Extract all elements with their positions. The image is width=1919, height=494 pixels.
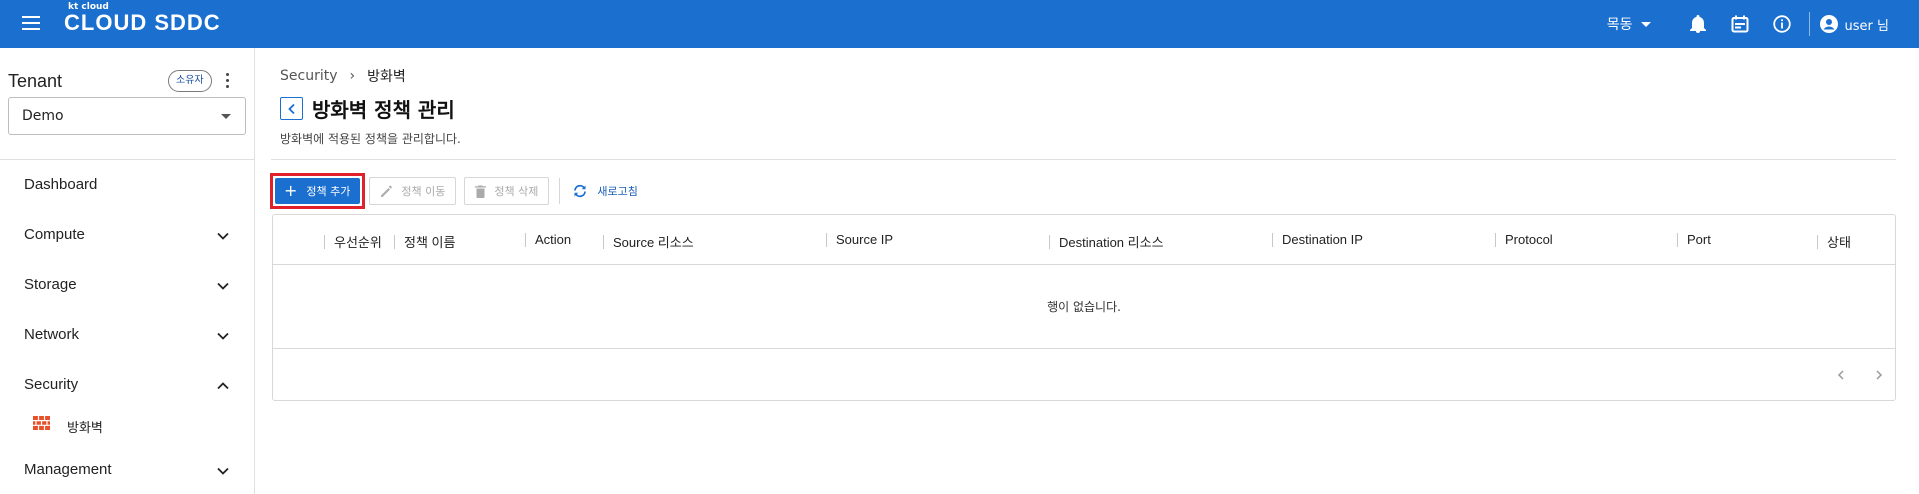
sidebar-item-label: Security bbox=[24, 376, 79, 393]
caret-down-icon bbox=[221, 114, 231, 119]
logo[interactable]: kt cloud CLOUD SDDC bbox=[64, 3, 221, 34]
sidebar-item-security[interactable]: Security bbox=[0, 366, 254, 406]
sidebar-item-label: Storage bbox=[24, 276, 77, 293]
owner-badge: 소유자 bbox=[168, 70, 212, 92]
firewall-icon bbox=[33, 416, 50, 430]
toolbar-divider bbox=[559, 178, 561, 204]
column-header-source-resource[interactable]: Source 리소스 bbox=[603, 232, 694, 251]
breadcrumb-current: 방화벽 bbox=[367, 69, 406, 85]
column-header-policy-name[interactable]: 정책 이름 bbox=[394, 232, 455, 251]
highlight-box: + 정책 추가 bbox=[270, 173, 366, 209]
user-name: user 님 bbox=[1844, 18, 1889, 34]
column-header-destination-resource[interactable]: Destination 리소스 bbox=[1049, 232, 1164, 251]
policy-table: 우선순위 정책 이름 Action Source 리소스 Source IP D… bbox=[272, 214, 1896, 401]
sidebar-item-network[interactable]: Network bbox=[0, 316, 254, 356]
delete-policy-button[interactable]: 정책 삭제 bbox=[464, 177, 550, 205]
trash-icon bbox=[475, 185, 487, 198]
column-header-action[interactable]: Action bbox=[525, 232, 571, 247]
logo-main-text: CLOUD SDDC bbox=[64, 10, 221, 35]
column-header-status[interactable]: 상태 bbox=[1817, 232, 1851, 251]
bell-icon[interactable] bbox=[1688, 14, 1708, 34]
add-policy-button[interactable]: + 정책 추가 bbox=[275, 178, 361, 204]
move-policy-label: 정책 이동 bbox=[401, 185, 446, 198]
breadcrumb-parent[interactable]: Security bbox=[280, 68, 338, 84]
tenant-select-value: Demo bbox=[22, 108, 64, 124]
sidebar-item-label: Management bbox=[24, 461, 112, 478]
refresh-button[interactable]: 새로고침 bbox=[572, 183, 638, 199]
info-icon[interactable] bbox=[1772, 14, 1792, 34]
sidebar-divider bbox=[0, 159, 255, 160]
sidebar-item-label: Compute bbox=[24, 226, 85, 243]
back-button[interactable] bbox=[280, 97, 303, 120]
tenant-header: Tenant 소유자 bbox=[8, 70, 248, 94]
refresh-icon bbox=[574, 184, 587, 198]
table-header: 우선순위 정책 이름 Action Source 리소스 Source IP D… bbox=[273, 215, 1895, 265]
move-policy-button[interactable]: 정책 이동 bbox=[369, 177, 457, 205]
tenant-title: Tenant bbox=[8, 71, 63, 91]
sidebar-item-management[interactable]: Management bbox=[0, 451, 254, 491]
add-policy-label: 정책 추가 bbox=[306, 185, 351, 198]
table-footer-divider bbox=[273, 348, 1895, 349]
action-toolbar: + 정책 추가 정책 이동 정책 삭제 새로고침 bbox=[270, 173, 638, 209]
account-icon bbox=[1819, 15, 1838, 33]
content-divider bbox=[271, 159, 1896, 160]
sidebar-item-dashboard[interactable]: Dashboard bbox=[0, 166, 254, 206]
delete-policy-label: 정책 삭제 bbox=[494, 185, 539, 198]
calendar-icon[interactable] bbox=[1730, 14, 1750, 34]
chevron-up-icon bbox=[217, 382, 229, 390]
menu-icon[interactable] bbox=[22, 16, 40, 32]
chevron-right-icon: › bbox=[349, 68, 356, 84]
tenant-select[interactable]: Demo bbox=[8, 97, 246, 135]
sidebar-item-label: Network bbox=[24, 326, 80, 343]
sidebar-item-compute[interactable]: Compute bbox=[0, 216, 254, 256]
title-row: 방화벽 정책 관리 bbox=[280, 94, 455, 123]
chevron-right-icon[interactable] bbox=[1872, 368, 1886, 382]
region-select[interactable]: 목동 bbox=[1607, 14, 1651, 34]
chevron-down-icon bbox=[217, 467, 229, 475]
region-label: 목동 bbox=[1606, 17, 1633, 33]
chevron-down-icon bbox=[217, 282, 229, 290]
page-description: 방화벽에 적용된 정책을 관리합니다. bbox=[280, 132, 461, 146]
sidebar-subitem-label: 방화벽 bbox=[67, 421, 103, 436]
column-header-port[interactable]: Port bbox=[1677, 232, 1711, 247]
sidebar-item-storage[interactable]: Storage bbox=[0, 266, 254, 306]
chevron-left-icon bbox=[287, 103, 295, 114]
sidebar-item-label: Dashboard bbox=[24, 176, 98, 193]
column-header-protocol[interactable]: Protocol bbox=[1495, 232, 1553, 247]
pencil-icon bbox=[381, 185, 393, 197]
toolbar-divider bbox=[1808, 12, 1810, 36]
user-menu[interactable]: user 님 bbox=[1819, 15, 1889, 34]
breadcrumb: Security › 방화벽 bbox=[280, 66, 406, 86]
top-bar: kt cloud CLOUD SDDC 목동 user 님 bbox=[0, 0, 1919, 48]
column-header-priority[interactable]: 우선순위 bbox=[324, 232, 382, 251]
sidebar-subitem-firewall[interactable]: 방화벽 bbox=[0, 411, 254, 441]
column-header-destination-ip[interactable]: Destination IP bbox=[1272, 232, 1363, 247]
empty-table-message: 행이 없습니다. bbox=[1047, 300, 1121, 314]
sidebar: Tenant 소유자 Demo Dashboard Compute Storag… bbox=[0, 48, 255, 494]
column-header-source-ip[interactable]: Source IP bbox=[826, 232, 893, 247]
chevron-down-icon bbox=[217, 332, 229, 340]
plus-icon: + bbox=[284, 181, 298, 200]
chevron-down-icon bbox=[217, 232, 229, 240]
more-options-icon[interactable] bbox=[226, 73, 230, 89]
page-title: 방화벽 정책 관리 bbox=[312, 98, 455, 122]
caret-down-icon bbox=[1640, 21, 1651, 27]
chevron-left-icon[interactable] bbox=[1834, 368, 1848, 382]
refresh-label: 새로고침 bbox=[597, 185, 638, 198]
